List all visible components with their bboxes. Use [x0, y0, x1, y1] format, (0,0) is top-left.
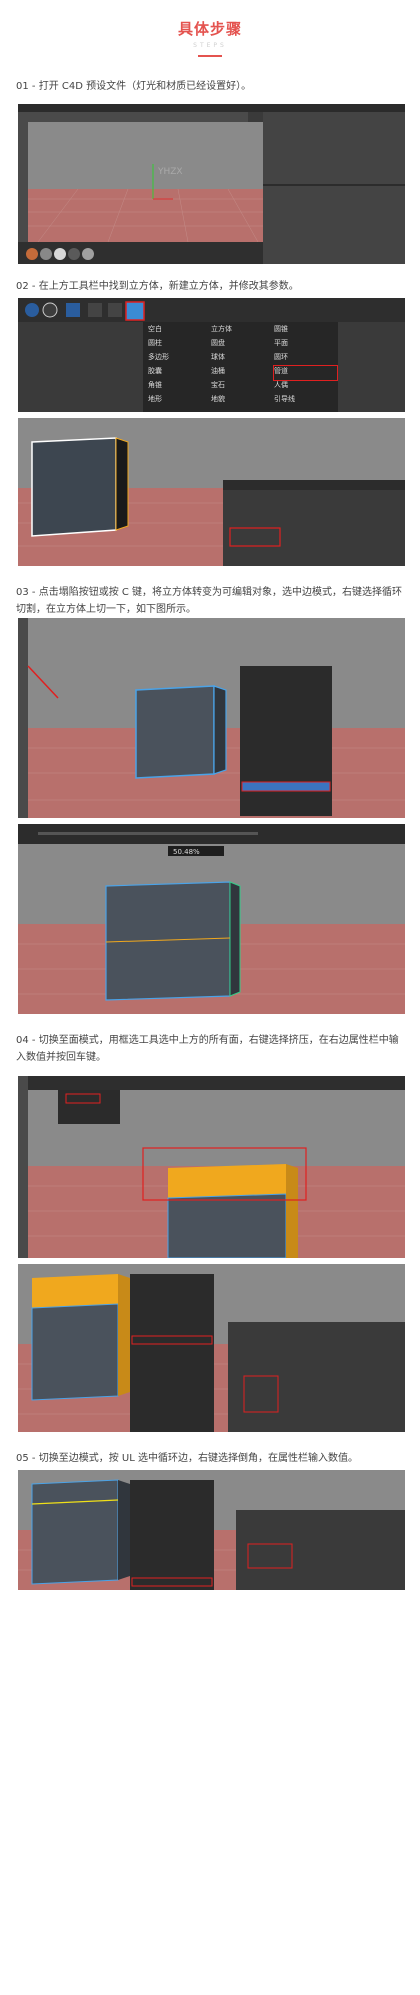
step-03-text: 03 - 点击塌陷按钮或按 C 键，将立方体转变为可编辑对象，选中边模式，右键选…	[16, 587, 403, 615]
menu-item[interactable]: 圆环	[274, 352, 337, 366]
menu-item[interactable]: 地形	[148, 394, 211, 408]
screenshot-primitive-menu: 空白 立方体 圆锥 圆柱 圆盘 平面 多边形 球体 圆环 胶囊 油桶 管道 角锥…	[18, 298, 405, 412]
menu-item[interactable]: 空白	[148, 324, 211, 338]
screenshot-extrude	[18, 1264, 405, 1432]
title-divider	[198, 55, 222, 57]
step-02-text: 02 - 在上方工具栏中找到立方体，新建立方体，并修改其参数。	[16, 281, 299, 292]
menu-item[interactable]: 油桶	[211, 366, 274, 380]
menu-item[interactable]: 球体	[211, 352, 274, 366]
menu-item-tube[interactable]: 管道	[273, 365, 338, 381]
section-subtitle: STEPS	[193, 42, 227, 49]
step-05-text: 05 - 切换至边模式，按 UL 选中循环边，右键选择倒角，在属性栏输入数值。	[16, 1453, 358, 1464]
section-header: 具体步骤 STEPS	[0, 18, 420, 57]
menu-item[interactable]: 人偶	[274, 380, 337, 394]
menu-item[interactable]: 圆盘	[211, 338, 274, 352]
slider-readout: 50.48%	[173, 848, 200, 856]
section-title: 具体步骤	[177, 20, 242, 38]
watermark: YHZX	[157, 167, 183, 177]
screenshot-bevel	[18, 1470, 405, 1590]
menu-item[interactable]: 角锥	[148, 380, 211, 394]
menu-item[interactable]: 胶囊	[148, 366, 211, 380]
screenshot-face-selection	[18, 1076, 405, 1258]
screenshot-c4d-scene: YHZX	[18, 104, 405, 264]
menu-item[interactable]: 宝石	[211, 380, 274, 394]
menu-item[interactable]: 引导线	[274, 394, 337, 408]
screenshot-cube-created	[18, 418, 405, 566]
menu-item[interactable]: 圆柱	[148, 338, 211, 352]
primitive-menu: 空白 立方体 圆锥 圆柱 圆盘 平面 多边形 球体 圆环 胶囊 油桶 管道 角锥…	[148, 324, 338, 408]
screenshot-loop-cut-result: 50.48%	[18, 824, 405, 1014]
step-04-text: 04 - 切换至面模式，用框选工具选中上方的所有面，右键选择挤压，在右边属性栏中…	[16, 1035, 399, 1063]
menu-item[interactable]: 地貌	[211, 394, 274, 408]
menu-item[interactable]: 圆锥	[274, 324, 337, 338]
step-01-text: 01 - 打开 C4D 预设文件（灯光和材质已经设置好）。	[16, 81, 252, 92]
menu-item[interactable]: 平面	[274, 338, 337, 352]
menu-item[interactable]: 多边形	[148, 352, 211, 366]
screenshot-loop-cut-menu	[18, 618, 405, 818]
menu-item[interactable]: 立方体	[211, 324, 274, 338]
